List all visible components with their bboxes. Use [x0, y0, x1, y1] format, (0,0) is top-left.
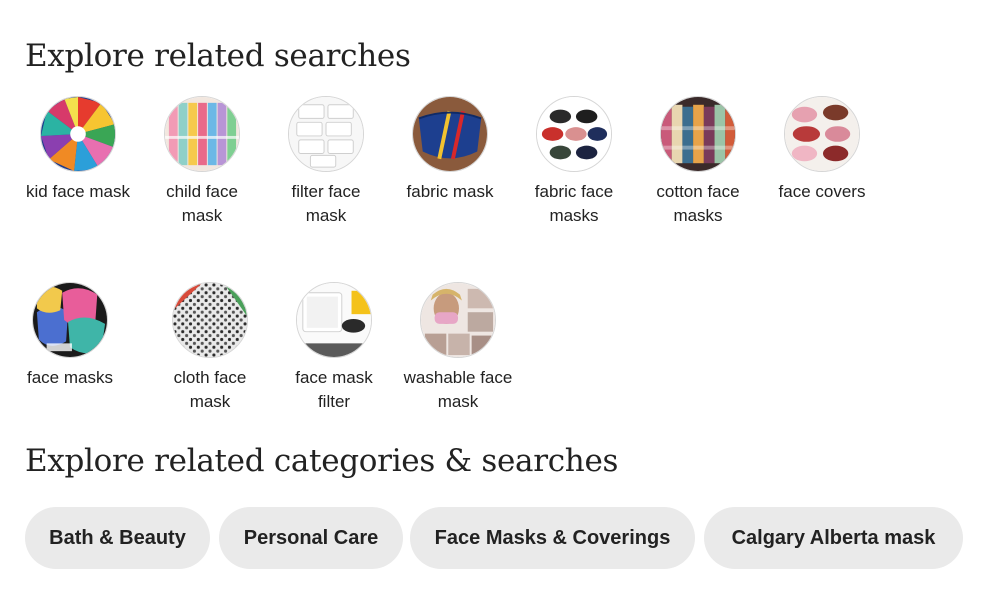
- related-search-label: face masks: [27, 368, 113, 387]
- child-face-mask-thumbnail: [164, 96, 240, 172]
- category-chip-calgary-alberta-mask[interactable]: Calgary Alberta mask: [704, 507, 963, 569]
- related-search-label: child face mask: [166, 182, 238, 225]
- related-search-filter-face-mask[interactable]: filter face mask: [271, 96, 381, 227]
- related-search-label: kid face mask: [26, 182, 130, 201]
- related-search-kid-face-mask[interactable]: kid face mask: [23, 96, 133, 204]
- category-chip-bath-beauty[interactable]: Bath & Beauty: [25, 507, 210, 569]
- related-search-face-covers[interactable]: face covers: [767, 96, 877, 204]
- face-mask-filter-thumbnail: [296, 282, 372, 358]
- related-search-washable-face-mask[interactable]: washable face mask: [403, 282, 513, 413]
- related-search-cotton-face-masks[interactable]: cotton face masks: [643, 96, 753, 227]
- washable-face-mask-thumbnail: [420, 282, 496, 358]
- related-search-label: filter face mask: [291, 182, 361, 225]
- filter-face-mask-thumbnail: [288, 96, 364, 172]
- related-search-label: cotton face masks: [656, 182, 740, 225]
- cotton-face-masks-thumbnail: [660, 96, 736, 172]
- fabric-mask-thumbnail: [412, 96, 488, 172]
- related-searches-heading: Explore related searches: [25, 38, 411, 74]
- related-search-child-face-mask[interactable]: child face mask: [147, 96, 257, 227]
- related-search-face-masks[interactable]: face masks: [15, 282, 125, 390]
- category-chip-personal-care[interactable]: Personal Care: [219, 507, 403, 569]
- cloth-face-mask-thumbnail: [172, 282, 248, 358]
- related-search-label: cloth face mask: [173, 368, 247, 411]
- related-search-fabric-mask[interactable]: fabric mask: [395, 96, 505, 204]
- related-search-label: face mask filter: [295, 368, 373, 411]
- related-search-label: face covers: [778, 182, 866, 201]
- face-masks-thumbnail: [32, 282, 108, 358]
- related-search-label: fabric mask: [406, 182, 494, 201]
- category-chip-face-masks-coverings[interactable]: Face Masks & Coverings: [410, 507, 695, 569]
- fabric-face-masks-thumbnail: [536, 96, 612, 172]
- related-categories-heading: Explore related categories & searches: [25, 443, 619, 479]
- kid-face-mask-thumbnail: [40, 96, 116, 172]
- related-search-cloth-face-mask[interactable]: cloth face mask: [155, 282, 265, 413]
- face-covers-thumbnail: [784, 96, 860, 172]
- related-search-fabric-face-masks[interactable]: fabric face masks: [519, 96, 629, 227]
- related-search-label: washable face mask: [403, 368, 513, 411]
- related-search-face-mask-filter[interactable]: face mask filter: [279, 282, 389, 413]
- related-search-label: fabric face masks: [534, 182, 614, 225]
